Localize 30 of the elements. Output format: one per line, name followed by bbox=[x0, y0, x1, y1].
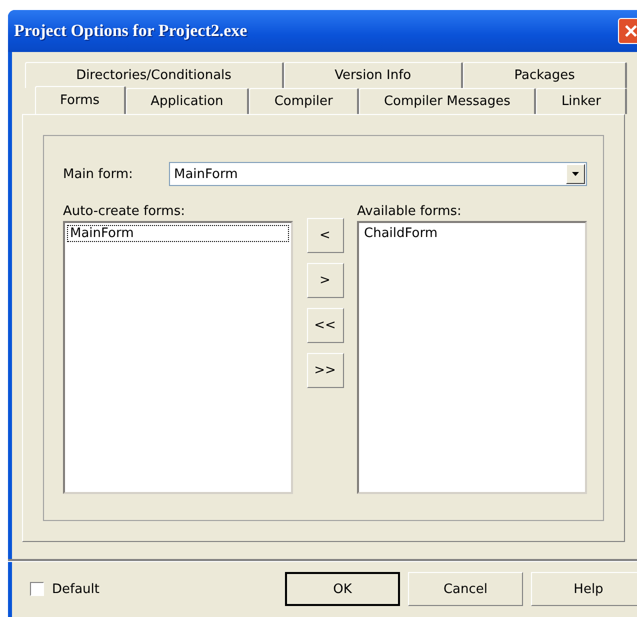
list-item[interactable]: MainForm bbox=[67, 225, 289, 242]
tab[interactable]: Compiler bbox=[249, 88, 359, 114]
move-button[interactable]: < bbox=[306, 218, 344, 253]
checkbox-label: Default bbox=[52, 582, 100, 596]
tab[interactable]: Linker bbox=[536, 88, 627, 114]
dropdown-button[interactable] bbox=[566, 164, 585, 184]
window-title: Project Options for Project2.exe bbox=[14, 21, 248, 41]
available-forms-label: Available forms: bbox=[357, 204, 462, 219]
tab[interactable]: Compiler Messages bbox=[358, 88, 536, 114]
move-button[interactable]: << bbox=[306, 308, 344, 343]
list-item[interactable]: ChaildForm bbox=[361, 225, 583, 242]
available-forms-list[interactable]: ChaildForm bbox=[357, 221, 587, 494]
move-button[interactable]: > bbox=[306, 263, 344, 298]
checkbox[interactable] bbox=[30, 582, 44, 596]
close-icon bbox=[625, 25, 637, 37]
dialog-button[interactable]: Help bbox=[531, 572, 637, 606]
tab[interactable]: Directories/Conditionals bbox=[25, 62, 284, 88]
tab[interactable]: Application bbox=[126, 88, 250, 114]
auto-create-label: Auto-create forms: bbox=[63, 204, 186, 219]
auto-create-list[interactable]: MainForm bbox=[63, 221, 293, 494]
move-button[interactable]: >> bbox=[306, 353, 344, 388]
dialog-button[interactable]: OK bbox=[285, 572, 400, 606]
main-form-dropdown[interactable]: MainForm bbox=[169, 162, 587, 186]
tab[interactable]: Packages bbox=[463, 62, 628, 88]
dialog-button[interactable]: Cancel bbox=[408, 572, 523, 606]
close-button[interactable] bbox=[618, 18, 637, 44]
tab[interactable]: Version Info bbox=[284, 62, 464, 88]
caret-icon bbox=[572, 172, 579, 176]
main-form-label: Main form: bbox=[63, 166, 134, 182]
tab[interactable]: Forms bbox=[35, 86, 126, 114]
